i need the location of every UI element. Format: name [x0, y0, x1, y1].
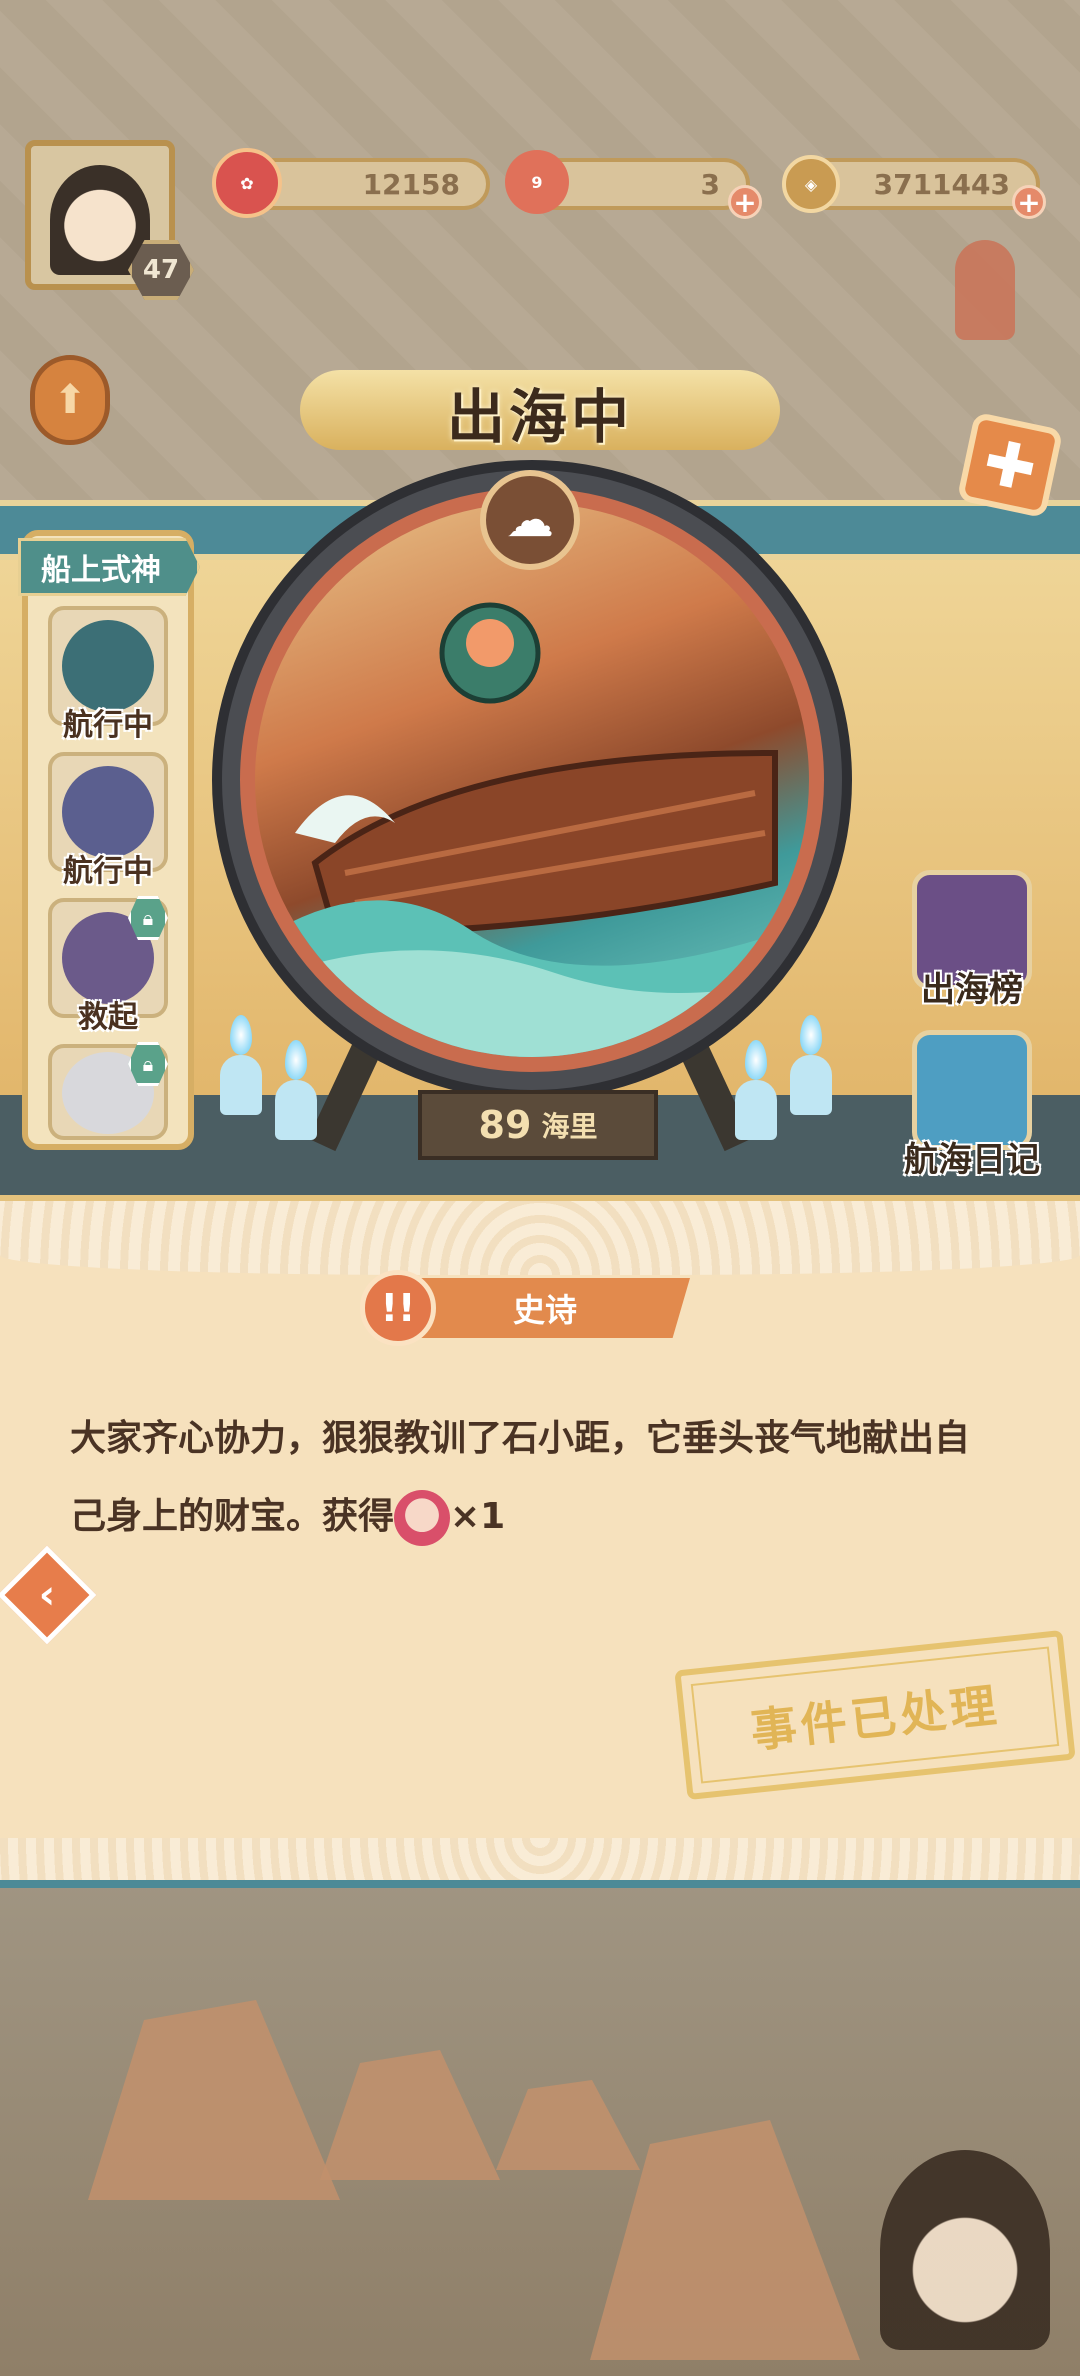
- voyage-scene-image: [255, 503, 809, 1057]
- distance-unit: 海里: [541, 1110, 598, 1143]
- candle-decoration: [735, 1080, 777, 1140]
- event-panel-wave-border: [0, 1195, 1080, 1275]
- add-resource-2-button[interactable]: +: [728, 185, 762, 219]
- exclamation-icon: !!: [360, 1270, 436, 1346]
- resource-3-value: 3711443: [873, 167, 1010, 201]
- voyage-log-button[interactable]: 航海日记: [882, 1132, 1062, 1181]
- distance-plaque: 89 海里: [418, 1090, 658, 1160]
- candle-decoration: [275, 1080, 317, 1140]
- flower-icon: ✿: [212, 148, 282, 218]
- event-panel-bottom-border: [0, 1838, 1080, 1888]
- close-button[interactable]: ✚: [956, 411, 1064, 519]
- flame-decoration: [230, 1015, 252, 1055]
- event-text-line-2-prefix: 己身上的财宝。获得: [70, 1496, 395, 1537]
- event-text-line-1: 大家齐心协力，狠狠教训了石小距，它垂头丧气地献出自: [70, 1418, 971, 1459]
- ticket-icon: 9: [505, 150, 569, 214]
- crew-avatar-2: [62, 766, 154, 858]
- resource-1-value: 12158: [362, 167, 460, 201]
- fish-icon[interactable]: [955, 240, 1015, 340]
- leaderboard-button[interactable]: 出海榜: [882, 962, 1062, 1011]
- voyage-scene-illustration: [255, 602, 809, 1057]
- crew-status-2: 航行中: [63, 854, 153, 889]
- crew-panel-header: 船上式神: [18, 538, 200, 596]
- candle-decoration: [790, 1055, 832, 1115]
- sleeping-character-icon[interactable]: [880, 2150, 1050, 2350]
- event-status-label: 事件已处理: [690, 1646, 1060, 1784]
- flame-decoration: [745, 1040, 767, 1080]
- crew-status-3: 救起: [78, 1000, 138, 1035]
- candle-decoration: [220, 1055, 262, 1115]
- flame-decoration: [285, 1040, 307, 1080]
- back-arrow-icon[interactable]: ‹: [12, 1560, 82, 1630]
- event-description: 大家齐心协力，狠狠教训了石小距，它垂头丧气地献出自 己身上的财宝。获得 ×1: [70, 1400, 1020, 1556]
- distance-value: 89: [478, 1103, 532, 1147]
- up-arrow-lantern-icon[interactable]: ⬆: [30, 355, 110, 445]
- reward-item-icon[interactable]: [394, 1490, 451, 1546]
- resource-2-value: 3: [700, 167, 720, 201]
- coin-icon: ◈: [782, 155, 840, 213]
- close-icon: ✚: [976, 423, 1043, 507]
- page-title: 出海中: [446, 383, 633, 451]
- event-text-line-2: 己身上的财宝。获得 ×1: [70, 1478, 1020, 1556]
- crew-status-1: 航行中: [63, 708, 153, 743]
- add-resource-3-button[interactable]: +: [1012, 185, 1046, 219]
- reward-count: ×1: [450, 1496, 506, 1537]
- rarity-label: 史诗: [512, 1291, 577, 1329]
- storm-cloud-icon: ☁: [480, 470, 580, 570]
- rarity-tag: 史诗: [400, 1278, 690, 1338]
- crew-avatar-1: [62, 620, 154, 712]
- flame-decoration: [800, 1015, 822, 1055]
